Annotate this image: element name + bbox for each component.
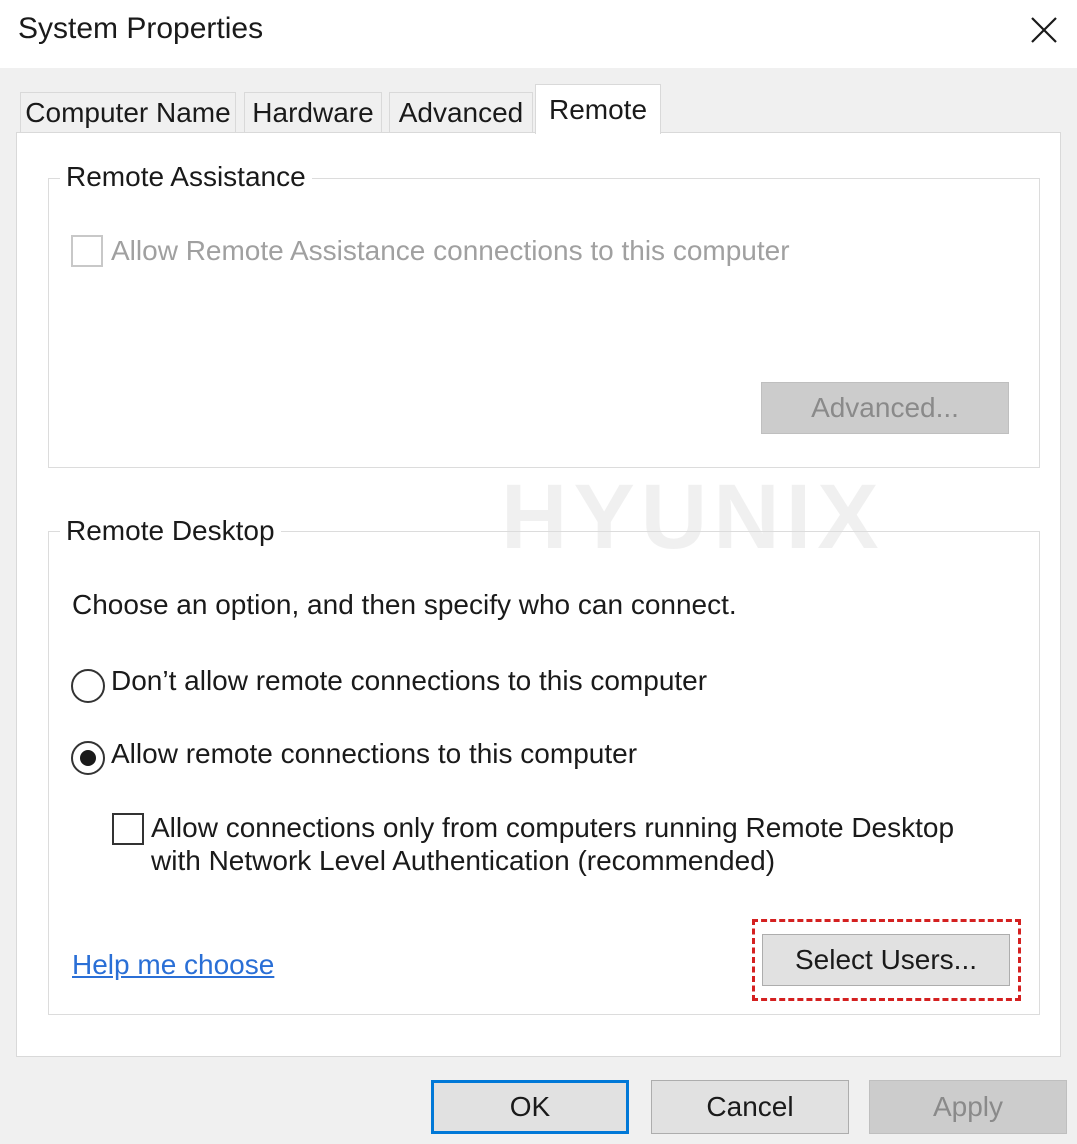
remote-desktop-group-label: Remote Desktop [60, 515, 281, 547]
tab-label: Hardware [252, 96, 374, 128]
remote-tab-panel: Remote Assistance Allow Remote Assistanc… [16, 132, 1061, 1057]
advanced-button-label: Advanced... [811, 392, 959, 423]
dont-allow-remote-label: Don’t allow remote connections to this c… [111, 665, 708, 696]
allow-remote-assistance-label: Allow Remote Assistance connections to t… [111, 235, 790, 266]
window-title: System Properties [18, 12, 264, 45]
close-icon [1031, 17, 1057, 43]
nla-checkbox-label-line2: with Network Level Authentication (recom… [151, 845, 776, 876]
apply-button[interactable]: Apply [869, 1080, 1067, 1134]
title-bar: System Properties [0, 0, 1077, 68]
tab-label: Advanced [398, 96, 524, 128]
advanced-button[interactable]: Advanced... [761, 382, 1009, 434]
ok-button[interactable]: OK [431, 1080, 629, 1134]
tab-label: Remote [548, 93, 648, 125]
allow-remote-label: Allow remote connections to this compute… [111, 738, 638, 769]
remote-assistance-group-label: Remote Assistance [60, 161, 312, 193]
tab-label: Computer Name [25, 96, 231, 128]
cancel-button-label: Cancel [706, 1091, 794, 1122]
nla-checkbox[interactable] [112, 813, 144, 845]
tab-remote[interactable]: Remote [535, 84, 661, 134]
apply-button-label: Apply [932, 1091, 1004, 1122]
tab-hardware[interactable]: Hardware [244, 92, 382, 132]
tab-advanced[interactable]: Advanced [389, 92, 533, 132]
remote-desktop-instruction: Choose an option, and then specify who c… [72, 589, 737, 620]
ok-button-label: OK [509, 1091, 551, 1122]
nla-checkbox-label-line1: Allow connections only from computers ru… [151, 812, 955, 843]
allow-remote-assistance-checkbox[interactable] [71, 235, 103, 267]
help-me-choose-link[interactable]: Help me choose [72, 949, 274, 981]
allow-remote-radio[interactable] [71, 741, 105, 775]
select-users-button-label: Select Users... [794, 944, 978, 975]
close-button[interactable] [1016, 6, 1072, 54]
radio-selected-dot [80, 750, 96, 766]
dont-allow-remote-radio[interactable] [71, 669, 105, 703]
tab-computer-name[interactable]: Computer Name [20, 92, 236, 132]
select-users-button[interactable]: Select Users... [762, 934, 1010, 986]
cancel-button[interactable]: Cancel [651, 1080, 849, 1134]
